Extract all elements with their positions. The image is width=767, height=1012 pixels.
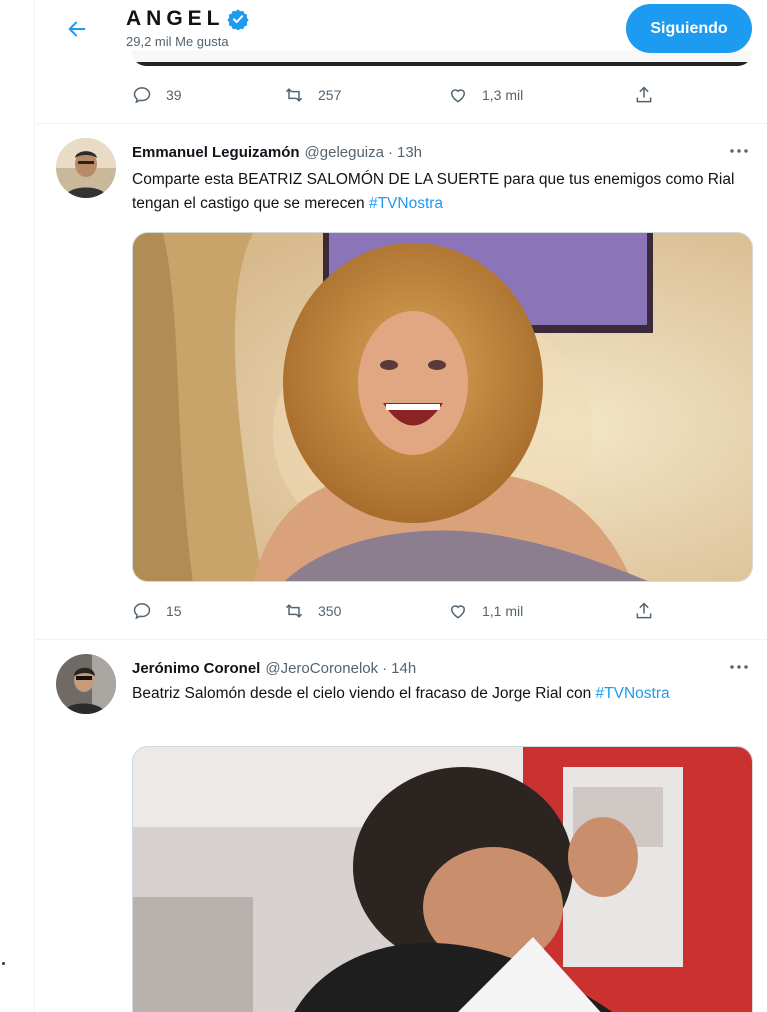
retweet-count: 257 bbox=[318, 87, 342, 103]
share-button[interactable] bbox=[634, 80, 654, 110]
avatar[interactable] bbox=[56, 138, 116, 198]
following-button[interactable]: Siguiendo bbox=[626, 4, 752, 53]
like-button[interactable]: 1,1 mil bbox=[448, 596, 523, 626]
separator: · bbox=[387, 144, 393, 161]
retweet-icon bbox=[285, 88, 303, 102]
like-count: 1,1 mil bbox=[482, 603, 524, 619]
tweet-text-body: Beatriz Salomón desde el cielo viendo el… bbox=[132, 685, 596, 702]
timestamp[interactable]: 13h bbox=[397, 144, 422, 161]
author-name[interactable]: Emmanuel Leguizamón bbox=[132, 144, 300, 161]
more-options-button[interactable] bbox=[727, 144, 751, 158]
author-handle[interactable]: @JeroCoronelok bbox=[265, 660, 378, 677]
verified-badge-icon bbox=[226, 9, 249, 30]
tweet-text: Comparte esta BEATRIZ SALOMÓN DE LA SUER… bbox=[132, 168, 752, 216]
timeline-column: 39 257 1,3 mil Emmanuel Leguizamón @gele… bbox=[36, 0, 767, 1012]
reply-icon bbox=[133, 603, 151, 620]
heart-icon bbox=[450, 89, 466, 103]
profile-title-block: ANGEL 29,2 mil Me gusta bbox=[126, 6, 249, 49]
reply-button[interactable]: 39 bbox=[132, 80, 182, 110]
like-count: 1,3 mil bbox=[482, 87, 524, 103]
like-button[interactable]: 1,3 mil bbox=[448, 80, 523, 110]
sidebar-dot bbox=[2, 962, 5, 965]
tweet-video[interactable] bbox=[132, 746, 753, 1012]
reply-count: 39 bbox=[166, 87, 182, 103]
back-button[interactable] bbox=[62, 14, 92, 44]
likes-count-label: 29,2 mil Me gusta bbox=[126, 34, 229, 49]
reply-count: 15 bbox=[166, 603, 182, 619]
share-icon bbox=[636, 86, 652, 103]
tweet-photo[interactable] bbox=[132, 232, 753, 582]
page-header: ANGEL 29,2 mil Me gusta Siguiendo bbox=[36, 0, 767, 62]
profile-name: ANGEL bbox=[126, 7, 225, 30]
share-icon bbox=[636, 602, 652, 619]
retweet-icon bbox=[285, 604, 303, 618]
retweet-button[interactable]: 350 bbox=[284, 596, 341, 626]
tweet-text: Beatriz Salomón desde el cielo viendo el… bbox=[132, 682, 672, 706]
reply-button[interactable]: 15 bbox=[132, 596, 182, 626]
heart-icon bbox=[450, 605, 466, 619]
tweet[interactable]: Jerónimo Coronel @JeroCoronelok · 14h Be… bbox=[36, 640, 767, 1012]
hashtag-link[interactable]: #TVNostra bbox=[596, 685, 670, 702]
more-icon bbox=[730, 149, 748, 153]
more-icon bbox=[730, 665, 748, 669]
separator: · bbox=[382, 660, 388, 677]
avatar[interactable] bbox=[56, 654, 116, 714]
author-handle[interactable]: @geleguiza bbox=[305, 144, 384, 161]
retweet-button[interactable]: 257 bbox=[284, 80, 341, 110]
share-button[interactable] bbox=[634, 596, 654, 626]
more-options-button[interactable] bbox=[727, 660, 751, 674]
author-name[interactable]: Jerónimo Coronel bbox=[132, 660, 260, 677]
tweet[interactable]: Emmanuel Leguizamón @geleguiza · 13h Com… bbox=[36, 124, 767, 638]
hashtag-link[interactable]: #TVNostra bbox=[369, 195, 443, 212]
timestamp[interactable]: 14h bbox=[391, 660, 416, 677]
back-arrow-icon bbox=[68, 21, 86, 37]
tweet-header: Emmanuel Leguizamón @geleguiza · 13h bbox=[132, 144, 422, 161]
left-sidebar-edge bbox=[0, 0, 35, 1012]
retweet-count: 350 bbox=[318, 603, 342, 619]
tweet-header: Jerónimo Coronel @JeroCoronelok · 14h bbox=[132, 660, 416, 677]
reply-icon bbox=[133, 87, 151, 104]
